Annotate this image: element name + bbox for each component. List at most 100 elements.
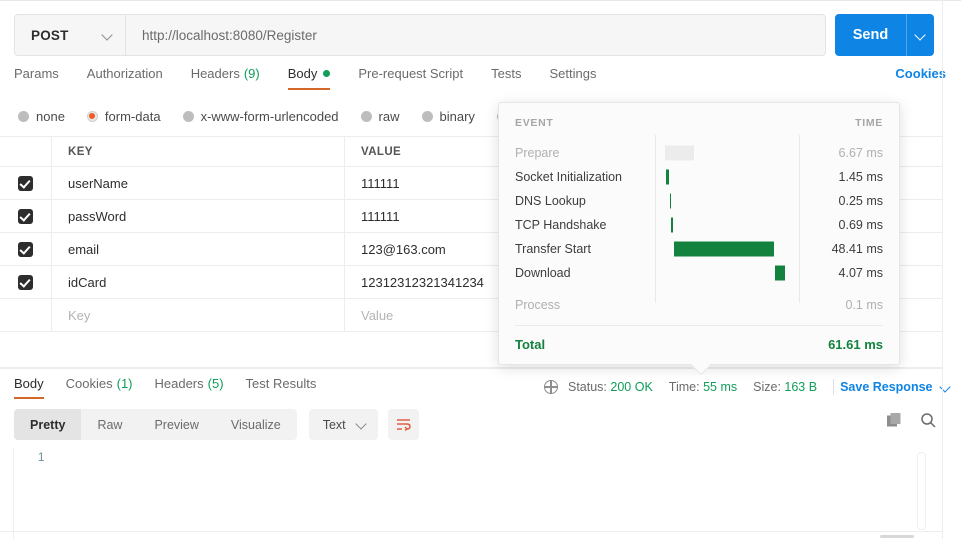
time-indicator: Time: 55 ms	[669, 380, 737, 394]
timing-bar-track	[665, 261, 809, 285]
size-label: Size:	[753, 380, 781, 394]
timing-row-process: Process 0.1 ms	[499, 293, 899, 317]
http-method-label: POST	[31, 27, 69, 43]
tab-params[interactable]: Params	[14, 66, 59, 90]
tab-pre-request-script[interactable]: Pre-request Script	[358, 66, 463, 90]
view-mode-segmented-control: Pretty Raw Preview Visualize	[14, 409, 297, 440]
tab-label: Params	[14, 66, 59, 81]
time-label: Time:	[668, 380, 700, 394]
cookies-link[interactable]: Cookies	[895, 66, 946, 81]
timing-row-socket-initialization: Socket Initialization 1.45 ms	[499, 165, 899, 189]
resize-handle[interactable]	[880, 535, 914, 538]
timing-row-dns-lookup: DNS Lookup 0.25 ms	[499, 189, 899, 213]
response-tab-headers[interactable]: Headers (5)	[155, 376, 224, 399]
body-type-label: binary	[439, 108, 475, 124]
tab-tests[interactable]: Tests	[491, 66, 521, 90]
top-divider	[0, 0, 961, 1]
view-mode-pretty[interactable]: Pretty	[14, 409, 82, 440]
status-indicator: Status: 200 OK	[568, 380, 653, 394]
body-type-label: form-data	[104, 108, 161, 124]
checkbox-checked-icon[interactable]	[18, 208, 33, 224]
view-mode-raw[interactable]: Raw	[81, 409, 138, 440]
send-button[interactable]: Send	[835, 14, 906, 56]
response-format-label: Text	[322, 417, 346, 432]
body-type-raw[interactable]: raw	[360, 109, 400, 124]
timing-bar-track	[665, 293, 809, 317]
timing-row-transfer-start: Transfer Start 48.41 ms	[499, 237, 899, 261]
http-method-selector[interactable]: POST	[15, 15, 126, 55]
save-response-label: Save Response	[840, 380, 933, 394]
tab-label: Body	[287, 66, 318, 81]
chevron-down-icon	[356, 419, 367, 430]
body-type-binary[interactable]: binary	[421, 108, 475, 124]
wrap-lines-icon	[396, 419, 411, 431]
body-type-form-data[interactable]: form-data	[86, 108, 161, 124]
tab-headers[interactable]: Headers (9)	[191, 66, 260, 90]
response-tab-test-results[interactable]: Test Results	[246, 376, 317, 399]
timing-time: 0.69 ms	[838, 218, 883, 232]
tooltip-header-event: EVENT	[515, 117, 554, 129]
timing-total-row: Total 61.61 ms	[499, 333, 899, 355]
tab-body[interactable]: Body	[287, 66, 331, 90]
search-icon	[921, 413, 936, 428]
right-divider	[942, 0, 943, 539]
timing-label: DNS Lookup	[515, 194, 586, 208]
row-checkbox-cell	[0, 233, 52, 265]
timing-bar	[775, 265, 785, 281]
body-type-none[interactable]: none	[18, 109, 65, 124]
radio-icon	[18, 110, 29, 122]
checkbox-checked-icon[interactable]	[18, 175, 33, 191]
timing-bar	[674, 241, 774, 257]
save-response-button[interactable]: Save Response	[840, 380, 950, 394]
response-tab-body[interactable]: Body	[14, 376, 44, 399]
timing-bar-track	[665, 165, 809, 189]
row-key[interactable]: email	[52, 233, 345, 265]
body-type-x-www-form-urlencoded[interactable]: x-www-form-urlencoded	[182, 109, 339, 124]
new-key-input[interactable]: Key	[52, 299, 345, 331]
search-button[interactable]	[920, 412, 937, 429]
size-value: 163 B	[784, 380, 818, 394]
timing-label: Socket Initialization	[515, 170, 623, 184]
globe-icon	[543, 379, 558, 394]
view-mode-visualize[interactable]: Visualize	[215, 409, 297, 440]
response-tabs: Body Cookies (1) Headers (5) Test Result…	[14, 376, 338, 402]
tab-label: Test Results	[245, 376, 317, 391]
row-key[interactable]: passWord	[52, 200, 345, 232]
header-checkbox-cell	[0, 137, 52, 166]
timing-bar	[671, 217, 674, 233]
send-options-button[interactable]	[906, 14, 934, 56]
viewer-scrollbar[interactable]	[917, 452, 926, 530]
row-checkbox-cell	[0, 266, 52, 298]
header-key: KEY	[52, 137, 345, 166]
tooltip-divider	[515, 325, 883, 326]
timing-row-tcp-handshake: TCP Handshake 0.69 ms	[499, 213, 899, 237]
row-key[interactable]: idCard	[52, 266, 345, 298]
tab-label: Authorization	[86, 66, 163, 81]
timing-total-label: Total	[515, 336, 546, 352]
timing-label: Download	[515, 266, 571, 280]
tab-authorization[interactable]: Authorization	[87, 66, 163, 90]
wrap-lines-button[interactable]	[387, 409, 419, 440]
checkbox-checked-icon[interactable]	[18, 274, 33, 290]
radio-icon	[360, 110, 372, 122]
response-format-selector[interactable]: Text	[308, 409, 378, 440]
timing-label: TCP Handshake	[515, 218, 607, 232]
timing-time: 48.41 ms	[831, 242, 883, 256]
chevron-down-icon	[915, 30, 926, 41]
timing-label: Prepare	[515, 146, 560, 160]
tab-label: Settings	[549, 66, 597, 81]
copy-button[interactable]	[886, 412, 903, 429]
copy-icon	[887, 413, 901, 427]
checkbox-checked-icon[interactable]	[18, 241, 33, 257]
tab-settings[interactable]: Settings	[549, 66, 596, 90]
row-key[interactable]: userName	[52, 167, 345, 199]
view-mode-preview[interactable]: Preview	[138, 409, 214, 440]
response-divider	[0, 368, 943, 369]
url-input[interactable]: http://localhost:8080/Register	[126, 15, 825, 55]
tab-badge: (9)	[243, 66, 260, 81]
size-indicator: Size: 163 B	[753, 380, 817, 394]
response-body-viewer[interactable]	[0, 448, 943, 539]
response-tab-cookies[interactable]: Cookies (1)	[66, 376, 133, 399]
tooltip-pointer-arrow	[690, 364, 710, 375]
tab-label: Headers	[190, 66, 240, 81]
